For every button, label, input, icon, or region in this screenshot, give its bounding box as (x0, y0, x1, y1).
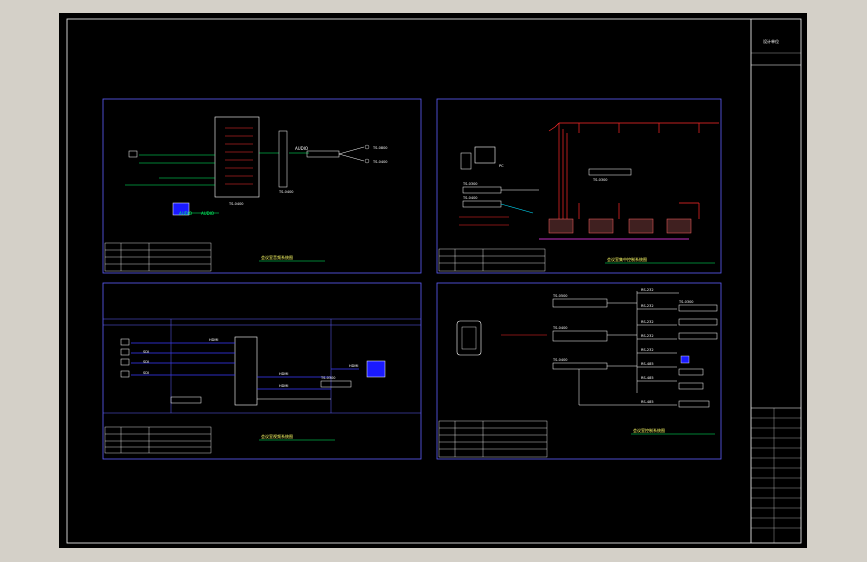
system-ts-1: TS-0500 (552, 294, 568, 298)
speaker-icon (364, 158, 370, 164)
rs-label-2: RS-232 (641, 304, 654, 308)
rs232-device (678, 318, 718, 326)
video-source-unit (170, 396, 202, 404)
video-product-1: TS-0300 (320, 376, 336, 380)
camera-unit (588, 218, 614, 234)
video-matrix (234, 336, 258, 406)
system-ts-4: TS-0300 (678, 300, 694, 304)
audio-rack (214, 116, 260, 198)
camera-icon (120, 348, 130, 356)
rs-label-8: RS-485 (641, 400, 654, 404)
rs-label-1: RS-232 (641, 288, 654, 292)
camera-icon (120, 338, 130, 346)
audio-product-2: TS-0400 (278, 190, 294, 194)
control-unit (462, 200, 502, 208)
panel-control: PC TS-0300 TS-0400 TS-0300 会议室集中控制系统图 (436, 98, 722, 274)
computer-icon (474, 146, 496, 164)
audio-label-2: AUDIO (295, 146, 308, 151)
pc-label: PC (499, 164, 504, 168)
panel-system-legend-table (438, 420, 548, 458)
hdmi-label-2: HDMI (279, 372, 288, 376)
hdmi-label-1: HDMI (209, 338, 218, 342)
sdi-label-2: SDI (143, 360, 149, 364)
touch-panel-icon (456, 320, 482, 356)
panel-control-legend-table (438, 248, 546, 272)
title-block: 设计单位 (750, 19, 801, 543)
system-controller (552, 298, 608, 308)
panel-video-legend-table (104, 426, 212, 454)
system-ts-3: TS-0400 (552, 358, 568, 362)
amplifier (306, 150, 340, 158)
rs-label-3: RS-232 (641, 320, 654, 324)
panel-system: TS-0500 TS-0400 TS-0400 RS-232 RS-232 RS… (436, 282, 722, 460)
sdi-label-1: SDI (143, 350, 149, 354)
control-unit (588, 168, 632, 176)
audio-label-1: AUDIO (179, 211, 192, 216)
rs-label-5: RS-232 (641, 348, 654, 352)
video-processor (320, 380, 352, 388)
panel-audio-legend-table (104, 242, 212, 272)
speaker-icon (364, 144, 370, 150)
rs485-device (678, 368, 704, 376)
control-unit (462, 186, 502, 194)
system-controller (552, 362, 608, 370)
audio-label-3: AUDIO (201, 211, 214, 216)
microphone-icon (128, 150, 138, 158)
speaker-column (278, 130, 288, 188)
control-product-2: TS-0400 (462, 196, 478, 200)
rs232-device (678, 304, 718, 312)
control-product-1: TS-0300 (462, 182, 478, 186)
panel-video: HDMI HDMI HDMI HDMI SDI SDI SDI TS-0300 … (102, 282, 422, 460)
rs-label-4: RS-232 (641, 334, 654, 338)
display-icon (366, 360, 386, 378)
display-icon (680, 355, 690, 364)
rs485-device (678, 400, 710, 408)
audio-product-3: TS-0800 (372, 146, 388, 150)
sdi-label-3: SDI (143, 371, 149, 375)
panel-video-caption: 会议室视频系统图 (261, 433, 293, 439)
camera-icon (120, 370, 130, 378)
panel-audio-frame (102, 98, 422, 274)
panel-audio-caption: 会议室音频系统图 (261, 254, 293, 260)
panel-system-caption: 会议室控制系统图 (633, 427, 665, 433)
rs232-device (678, 332, 718, 340)
rs485-device (678, 382, 704, 390)
drawing-border (66, 18, 802, 544)
hdmi-label-4: HDMI (349, 364, 358, 368)
camera-unit (666, 218, 692, 234)
cad-drawing-canvas[interactable]: 设计单位 AUDIO AUDIO AUDIO TS-0400 TS-0400 T… (59, 13, 807, 548)
system-controller (552, 330, 608, 342)
control-product-3: TS-0300 (592, 178, 608, 182)
panel-audio: AUDIO AUDIO AUDIO TS-0400 TS-0400 TS-080… (102, 98, 422, 274)
rs-label-7: RS-485 (641, 376, 654, 380)
camera-icon (120, 358, 130, 366)
audio-product-1: TS-0400 (228, 202, 244, 206)
camera-unit (628, 218, 654, 234)
system-ts-2: TS-0400 (552, 326, 568, 330)
cad-drawing: 设计单位 AUDIO AUDIO AUDIO TS-0400 TS-0400 T… (66, 18, 802, 544)
rs-label-6: RS-485 (641, 362, 654, 366)
hdmi-label-3: HDMI (279, 384, 288, 388)
camera-unit (548, 218, 574, 234)
panel-control-caption: 会议室集中控制系统图 (607, 256, 647, 262)
audio-product-4: TS-0400 (372, 160, 388, 164)
title-block-top-label: 设计单位 (763, 38, 779, 44)
